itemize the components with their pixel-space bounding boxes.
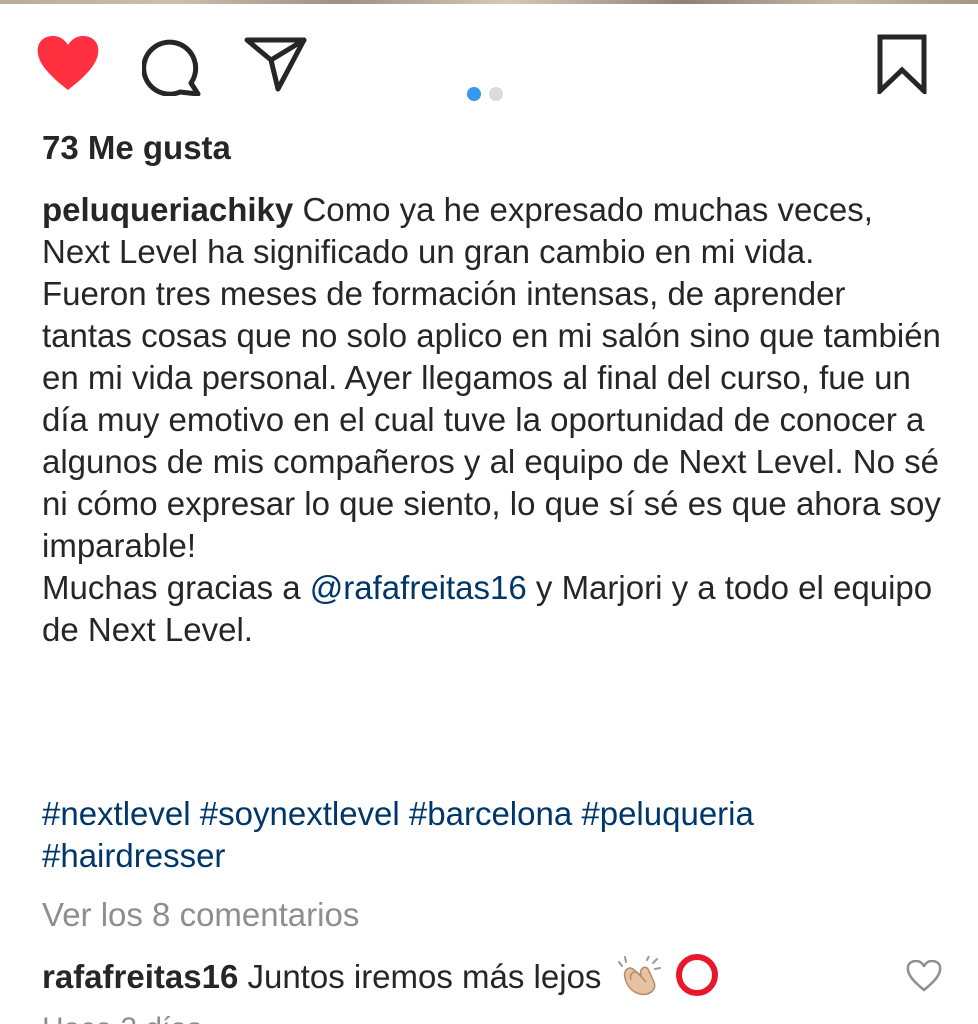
post-image-edge <box>0 0 978 4</box>
carousel-indicator <box>467 87 503 101</box>
hashtag-link[interactable]: #nextlevel <box>42 795 191 832</box>
likes-count[interactable]: 73 Me gusta <box>42 128 231 168</box>
post-caption: peluqueriachiky Como ya he expresado muc… <box>42 189 942 651</box>
like-button[interactable] <box>36 36 100 92</box>
bookmark-icon <box>877 34 927 94</box>
heart-filled-icon <box>37 36 99 90</box>
hashtag-link[interactable]: #soynextlevel <box>200 795 400 832</box>
mention-link[interactable]: @rafafreitas16 <box>310 569 527 606</box>
comment-username[interactable]: rafafreitas16 <box>42 958 238 995</box>
comment-button[interactable] <box>142 36 204 96</box>
heart-outline-icon <box>906 959 942 992</box>
hashtag-list: #nextlevel #soynextlevel #barcelona #pel… <box>42 793 942 877</box>
view-comments-link[interactable]: Ver los 8 comentarios <box>42 894 359 936</box>
post-timestamp: Hace 2 días <box>42 1012 202 1024</box>
comment-bubble-icon <box>142 39 201 96</box>
comment: rafafreitas16 Juntos iremos más lejos <box>42 954 942 1000</box>
red-circle-icon <box>675 954 718 996</box>
save-button[interactable] <box>876 34 928 94</box>
comment-text: Juntos iremos más lejos <box>247 958 602 995</box>
caption-paragraph: peluqueriachiky Como ya he expresado muc… <box>42 189 942 273</box>
caption-username[interactable]: peluqueriachiky <box>42 191 293 228</box>
paper-plane-icon <box>244 37 307 92</box>
hashtag-link[interactable]: #peluqueria <box>581 795 753 832</box>
hashtag-link[interactable]: #barcelona <box>409 795 572 832</box>
carousel-dot <box>489 87 503 101</box>
hashtag-link[interactable]: #hairdresser <box>42 837 225 874</box>
caption-paragraph: Muchas gracias a @rafafreitas16 y Marjor… <box>42 567 942 651</box>
clapping-hands-icon <box>617 955 661 996</box>
caption-paragraph: Fueron tres meses de formación intensas,… <box>42 275 941 564</box>
comment-like-button[interactable] <box>906 959 942 992</box>
share-button[interactable] <box>244 36 308 92</box>
caption-text: Muchas gracias a <box>42 569 310 606</box>
carousel-dot-active <box>467 87 481 101</box>
post-action-bar <box>0 30 978 101</box>
